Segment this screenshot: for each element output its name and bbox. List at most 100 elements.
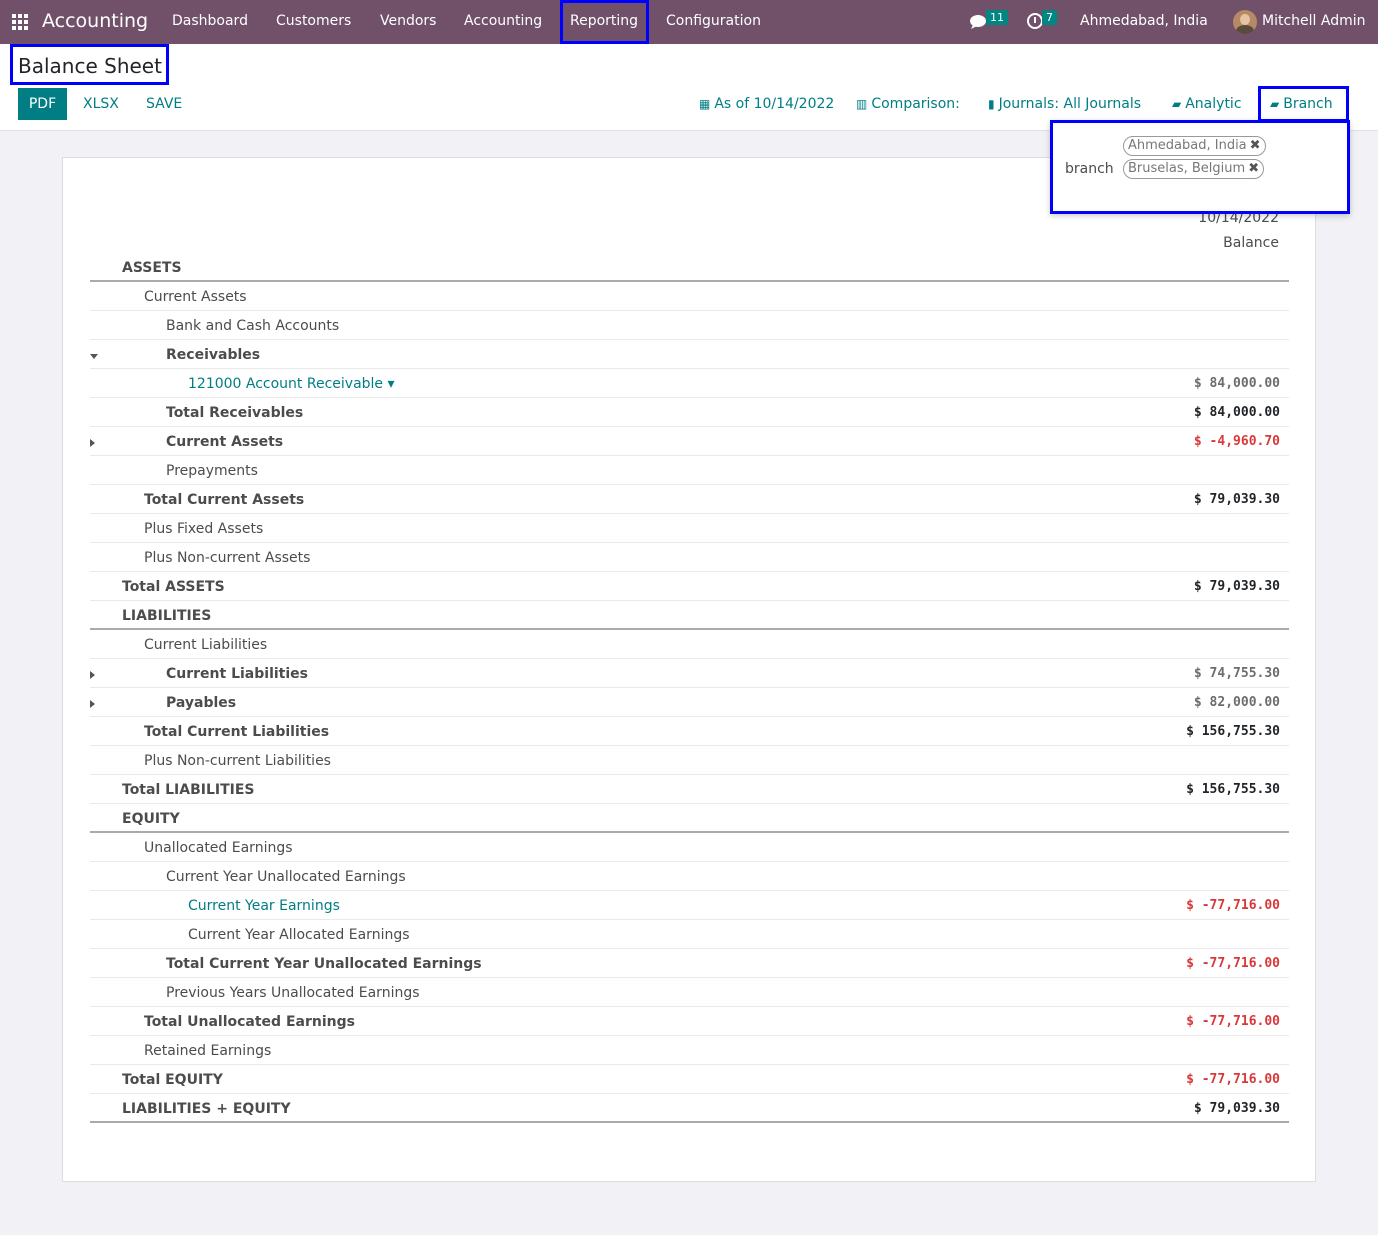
report-row: Current Year Allocated Earnings (90, 920, 1289, 949)
report-row: LIABILITIES (90, 601, 1289, 630)
app-brand[interactable]: Accounting (42, 10, 148, 32)
report-row: Prepayments (90, 456, 1289, 485)
top-navbar: Accounting Dashboard Customers Vendors A… (0, 0, 1378, 44)
page-title: Balance Sheet (18, 54, 162, 78)
row-label: Total LIABILITIES (122, 782, 255, 798)
row-label: LIABILITIES (122, 608, 212, 624)
report-row: LIABILITIES + EQUITY $ 79,039.30 (90, 1094, 1289, 1123)
branch-highlight (1258, 86, 1349, 122)
remove-tag-icon[interactable]: ✖ (1248, 161, 1259, 176)
row-amount: $ 156,755.30 (1186, 724, 1280, 739)
report-row[interactable]: Current Year Earnings $ -77,716.00 (90, 891, 1289, 920)
journals-filter[interactable]: ▮ Journals: All Journals (988, 96, 1141, 112)
report-lines: ASSETS Current Assets Bank and Cash Acco… (90, 253, 1289, 1123)
row-label: Current Assets (166, 434, 284, 450)
report-row: Unallocated Earnings (90, 833, 1289, 862)
calendar-icon: ▦ (699, 97, 711, 111)
menu-vendors[interactable]: Vendors (380, 13, 436, 29)
account-link[interactable]: 121000 Account Receivable ▾ (188, 376, 395, 392)
report-row: Plus Non-current Liabilities (90, 746, 1289, 775)
report-row: Total LIABILITIES $ 156,755.30 (90, 775, 1289, 804)
row-label: Bank and Cash Accounts (166, 318, 340, 334)
row-label: Current Year Allocated Earnings (188, 927, 410, 943)
row-label: Receivables (166, 347, 261, 363)
user-menu[interactable]: Mitchell Admin (1262, 13, 1366, 29)
branch-tag: Bruselas, Belgium ✖ (1123, 159, 1265, 179)
analytic-filter[interactable]: ▰ Analytic (1172, 96, 1242, 112)
report-row: Total Receivables $ 84,000.00 (90, 398, 1289, 427)
row-label: ASSETS (122, 260, 182, 276)
collapse-caret-icon[interactable] (90, 354, 98, 359)
row-label: Current Liabilities (144, 637, 268, 653)
save-button[interactable]: SAVE (146, 96, 182, 112)
report-row[interactable]: Current Liabilities $ 74,755.30 (90, 659, 1289, 688)
menu-customers[interactable]: Customers (276, 13, 351, 29)
report-row: Previous Years Unallocated Earnings (90, 978, 1289, 1007)
report-row: Plus Non-current Assets (90, 543, 1289, 572)
row-amount: $ 79,039.30 (1193, 492, 1280, 507)
row-label: EQUITY (122, 811, 180, 827)
control-panel: Balance Sheet PDF XLSX SAVE ▦ As of 10/1… (0, 44, 1378, 131)
row-label: Total ASSETS (122, 579, 225, 595)
report-row: Current Liabilities (90, 630, 1289, 659)
row-amount: $ -77,716.00 (1186, 1014, 1280, 1029)
branch-dropdown: branch Ahmedabad, India ✖ Bruselas, Belgi… (1050, 120, 1350, 214)
row-label: Payables (166, 695, 237, 711)
expand-caret-icon[interactable] (90, 671, 95, 679)
xlsx-button[interactable]: XLSX (83, 96, 119, 112)
comparison-filter[interactable]: ▥ Comparison: (856, 96, 960, 112)
menu-configuration[interactable]: Configuration (666, 13, 761, 29)
chat-icon[interactable] (969, 14, 987, 30)
date-filter[interactable]: ▦ As of 10/14/2022 (699, 96, 834, 112)
current-year-earnings-link[interactable]: Current Year Earnings (188, 898, 340, 914)
activity-clock-icon[interactable] (1027, 13, 1043, 29)
row-amount: $ 74,755.30 (1193, 666, 1280, 681)
row-label: Previous Years Unallocated Earnings (166, 985, 420, 1001)
row-amount: $ 84,000.00 (1193, 405, 1280, 420)
menu-dashboard[interactable]: Dashboard (172, 13, 248, 29)
row-label: Total Current Liabilities (144, 724, 330, 740)
apps-menu-icon[interactable] (12, 14, 28, 30)
row-amount: $ 79,039.30 (1193, 1101, 1280, 1116)
report-row: Retained Earnings (90, 1036, 1289, 1065)
row-label: Unallocated Earnings (144, 840, 293, 856)
report-row[interactable]: Current Assets $ -4,960.70 (90, 427, 1289, 456)
date-filter-label: As of 10/14/2022 (714, 96, 835, 112)
journals-label: Journals: All Journals (998, 96, 1142, 112)
user-avatar[interactable] (1233, 10, 1257, 34)
caret-down-icon[interactable]: ▾ (388, 376, 395, 392)
report-row: Total Current Liabilities $ 156,755.30 (90, 717, 1289, 746)
row-label: Plus Fixed Assets (144, 521, 264, 537)
analytic-label: Analytic (1185, 96, 1242, 112)
row-amount: $ 84,000.00 (1193, 376, 1280, 391)
row-label: Total Receivables (166, 405, 304, 421)
book-icon: ▮ (988, 97, 995, 111)
row-amount: $ -4,960.70 (1193, 434, 1280, 449)
row-amount: $ 82,000.00 (1193, 695, 1280, 710)
company-switcher[interactable]: Ahmedabad, India (1080, 13, 1208, 29)
report-row[interactable]: 121000 Account Receivable ▾ $ 84,000.00 (90, 369, 1289, 398)
report-row[interactable]: Payables $ 82,000.00 (90, 688, 1289, 717)
expand-caret-icon[interactable] (90, 700, 95, 708)
remove-tag-icon[interactable]: ✖ (1250, 138, 1261, 153)
branch-tag-label: Bruselas, Belgium (1128, 161, 1246, 176)
report-row: Total Unallocated Earnings $ -77,716.00 (90, 1007, 1289, 1036)
menu-accounting[interactable]: Accounting (464, 13, 542, 29)
comparison-label: Comparison: (871, 96, 960, 112)
expand-caret-icon[interactable] (90, 439, 95, 447)
report-row: Total EQUITY $ -77,716.00 (90, 1065, 1289, 1094)
report-row: Total Current Assets $ 79,039.30 (90, 485, 1289, 514)
report-sheet: 10/14/2022 Balance ASSETS Current Assets… (62, 157, 1316, 1182)
account-link-label: 121000 Account Receivable (188, 376, 384, 392)
report-row: Current Year Unallocated Earnings (90, 862, 1289, 891)
pdf-button[interactable]: PDF (18, 88, 67, 120)
report-row[interactable]: Receivables (90, 340, 1289, 369)
row-amount: $ 79,039.30 (1193, 579, 1280, 594)
row-amount: $ -77,716.00 (1186, 898, 1280, 913)
report-row: Plus Fixed Assets (90, 514, 1289, 543)
report-row: Total Current Year Unallocated Earnings … (90, 949, 1289, 978)
row-label: LIABILITIES + EQUITY (122, 1101, 291, 1117)
bar-chart-icon: ▥ (856, 97, 868, 111)
report-row: Total ASSETS $ 79,039.30 (90, 572, 1289, 601)
branch-tag-label: Ahmedabad, India (1128, 138, 1247, 153)
